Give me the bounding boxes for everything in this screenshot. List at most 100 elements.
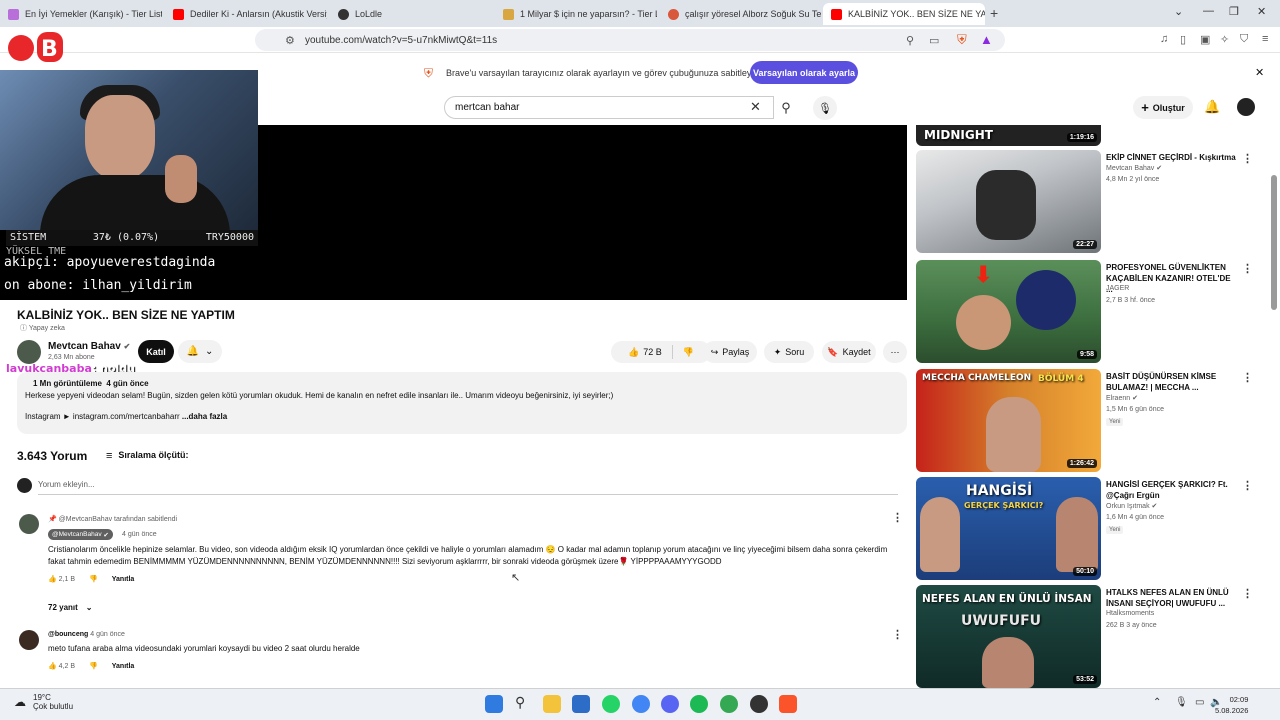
more-icon[interactable]: ⋮: [1242, 152, 1253, 165]
brave-shields-icon[interactable]: ⛨: [957, 32, 967, 48]
chevron-down-icon[interactable]: ⌄: [1174, 5, 1183, 18]
recommended-video[interactable]: MIDNIGHT 1:19:16: [916, 125, 1266, 146]
search-input[interactable]: mertcan bahar: [444, 96, 774, 119]
subscription-bell-button[interactable]: 🔔 ⌄: [178, 340, 222, 363]
video-thumbnail[interactable]: MIDNIGHT 1:19:16: [916, 125, 1101, 146]
spotify-icon[interactable]: [690, 695, 708, 713]
banner-close-icon[interactable]: ✕: [1255, 66, 1264, 79]
music-icon[interactable]: ♫: [1160, 33, 1168, 45]
minimize-icon[interactable]: —: [1203, 5, 1214, 17]
set-default-button[interactable]: Varsayılan olarak ayarla: [750, 61, 858, 84]
weather-widget[interactable]: ☁ 19°C Çok bulutlu: [14, 693, 73, 711]
join-button[interactable]: Katıl: [138, 340, 174, 363]
discord-icon[interactable]: [661, 695, 679, 713]
site-info-icon[interactable]: ⚙: [285, 34, 295, 47]
video-title[interactable]: EKİP CİNNET GEÇİRDİ - Kışkırtma: [1106, 152, 1236, 163]
clear-search-icon[interactable]: ✕: [750, 99, 761, 115]
more-icon[interactable]: ⋮: [1242, 479, 1253, 492]
channel-name[interactable]: Mevtcan Bahav ✔: [48, 341, 130, 352]
video-thumbnail[interactable]: HANGİSİ GERÇEK ŞARKICI? 50:10: [916, 477, 1101, 580]
new-tab-icon[interactable]: +: [990, 5, 998, 21]
voice-search-button[interactable]: 🎙: [813, 96, 837, 120]
recommended-video[interactable]: ⬇ 9:58 PROFESYONEL GÜVENLİKTEN KAÇABİLEN…: [916, 260, 1266, 363]
whatsapp-icon[interactable]: [602, 695, 620, 713]
show-more-link[interactable]: ...daha fazla: [182, 412, 227, 421]
browser-tab[interactable]: çalışır yöresel Alborz Soğuk Su Terme: [660, 3, 822, 25]
comment-more-icon[interactable]: ⋮: [892, 628, 903, 641]
chrome-icon[interactable]: [632, 695, 650, 713]
more-actions-button[interactable]: ⋯: [883, 341, 907, 363]
video-title[interactable]: HTALKS NEFES ALAN EN ÜNLÜ İNSANI SEÇİYOR…: [1106, 587, 1236, 609]
cast-icon[interactable]: ▭: [929, 34, 939, 47]
sidebar-icon[interactable]: ▯: [1180, 33, 1186, 46]
save-button[interactable]: 🔖 Kaydet: [822, 341, 876, 363]
reply-button[interactable]: Yanıtla: [112, 576, 135, 583]
instagram-link[interactable]: Instagram ► instagram.com/mertcanbaharr: [25, 412, 180, 421]
account-avatar[interactable]: [1237, 98, 1255, 116]
chrome-profile-icon[interactable]: [720, 695, 738, 713]
comment-author[interactable]: @bounceng: [48, 631, 88, 638]
add-comment-input[interactable]: Yorum ekleyin...: [38, 480, 898, 495]
create-button[interactable]: + Oluştur: [1133, 96, 1193, 119]
video-channel[interactable]: Mevtcan Bahav ✔: [1106, 164, 1162, 172]
recommended-video[interactable]: HANGİSİ GERÇEK ŞARKICI? 50:10 HANGİSİ GE…: [916, 477, 1266, 580]
thumbs-up-icon[interactable]: 👍 4,2 B: [48, 662, 75, 670]
search-icon[interactable]: ⚲: [515, 694, 525, 711]
ai-icon[interactable]: ✧: [1220, 33, 1229, 46]
monitor-icon[interactable]: ▭: [1195, 697, 1204, 708]
recommended-video[interactable]: MECCHA CHAMELEON BÖLÜM 4 1:26:42 BASİT D…: [916, 369, 1266, 472]
like-dislike-button[interactable]: 👍 72 B 👎: [611, 341, 711, 363]
browser-tab[interactable]: 1 Milyar $ için ne yaparsın? - Tier List: [495, 3, 657, 25]
video-thumbnail[interactable]: ⬇ 9:58: [916, 260, 1101, 363]
video-channel[interactable]: Htalksmoments: [1106, 610, 1154, 617]
wallet-icon[interactable]: ▣: [1200, 33, 1210, 46]
store-icon[interactable]: [572, 695, 590, 713]
clock[interactable]: 02:09 5.08.2026: [1215, 694, 1248, 716]
more-icon[interactable]: ⋮: [1242, 262, 1253, 275]
browser-tab[interactable]: Dediler Ki - Anlarsın (Akustik Versiyo: [165, 3, 327, 25]
share-button[interactable]: ↪ Paylaş: [703, 341, 757, 363]
replies-toggle[interactable]: 72 yanıt ⌄: [48, 603, 93, 612]
more-icon[interactable]: ⋮: [1242, 587, 1253, 600]
video-title[interactable]: BASİT DÜŞÜNÜRSEN KİMSE BULAMAZ! | MECCHA…: [1106, 371, 1236, 393]
start-icon[interactable]: [485, 695, 503, 713]
browser-tab-active[interactable]: KALBİNİZ YOK.. BEN SİZE NE YAP✕: [823, 3, 985, 25]
video-thumbnail[interactable]: NEFES ALAN EN ÜNLÜ İNSAN UWUFUFU 53:52: [916, 585, 1101, 688]
channel-avatar[interactable]: [17, 340, 41, 364]
notifications-icon[interactable]: 🔔: [1204, 99, 1220, 115]
video-thumbnail[interactable]: MECCHA CHAMELEON BÖLÜM 4 1:26:42: [916, 369, 1101, 472]
thumbs-down-icon[interactable]: 👎: [89, 575, 98, 583]
ask-button[interactable]: ✦ Soru: [764, 341, 814, 363]
brave-icon[interactable]: [779, 695, 797, 713]
more-icon[interactable]: ⋮: [1242, 371, 1253, 384]
vpn-icon[interactable]: ⛉: [1240, 33, 1248, 46]
chevron-up-icon[interactable]: ⌃: [1153, 697, 1161, 708]
comment-avatar[interactable]: [19, 630, 39, 650]
video-channel[interactable]: Elraenn ✔: [1106, 394, 1138, 402]
menu-icon[interactable]: ≡: [1262, 33, 1268, 45]
reply-button[interactable]: Yanıtla: [112, 663, 135, 670]
microphone-icon[interactable]: 🎙: [1175, 697, 1188, 708]
thumbs-up-icon[interactable]: 👍 2,1 B: [48, 575, 75, 583]
video-channel[interactable]: JAGER: [1106, 285, 1129, 292]
brave-rewards-icon[interactable]: ▲: [980, 32, 993, 47]
comment-more-icon[interactable]: ⋮: [892, 511, 903, 524]
close-window-icon[interactable]: ✕: [1257, 5, 1266, 18]
video-channel[interactable]: Orkun Işıtmak ✔: [1106, 502, 1157, 510]
address-bar[interactable]: ⚙ youtube.com/watch?v=5-u7nkMiwtQ&t=11s …: [255, 29, 1005, 51]
recommended-video[interactable]: 22:27 EKİP CİNNET GEÇİRDİ - Kışkırtma Me…: [916, 150, 1266, 253]
sort-button[interactable]: ≡ Sıralama ölçütü:: [106, 450, 188, 462]
comment-author-badge[interactable]: @MevtcanBahav ✔: [48, 529, 113, 540]
recommended-video[interactable]: NEFES ALAN EN ÜNLÜ İNSAN UWUFUFU 53:52 H…: [916, 585, 1266, 688]
obs-icon[interactable]: [750, 695, 768, 713]
thumbs-down-icon[interactable]: 👎: [89, 662, 98, 670]
description-box[interactable]: 1 Mn görüntüleme 4 gün önce Herkese yepy…: [17, 372, 907, 434]
browser-tab[interactable]: LoLdle: [330, 3, 492, 25]
video-title[interactable]: HANGİSİ GERÇEK ŞARKICI? Ft. @Çağrı Ergün: [1106, 479, 1236, 501]
search-button[interactable]: ⚲: [773, 96, 799, 119]
browser-tab[interactable]: En İyi Yemekler (Karışık) - Tier List, K…: [0, 3, 162, 25]
page-scrollbar[interactable]: [1271, 175, 1277, 310]
zoom-icon[interactable]: ⚲: [906, 34, 914, 47]
comment-avatar[interactable]: [19, 514, 39, 534]
maximize-icon[interactable]: ❐: [1229, 5, 1239, 18]
